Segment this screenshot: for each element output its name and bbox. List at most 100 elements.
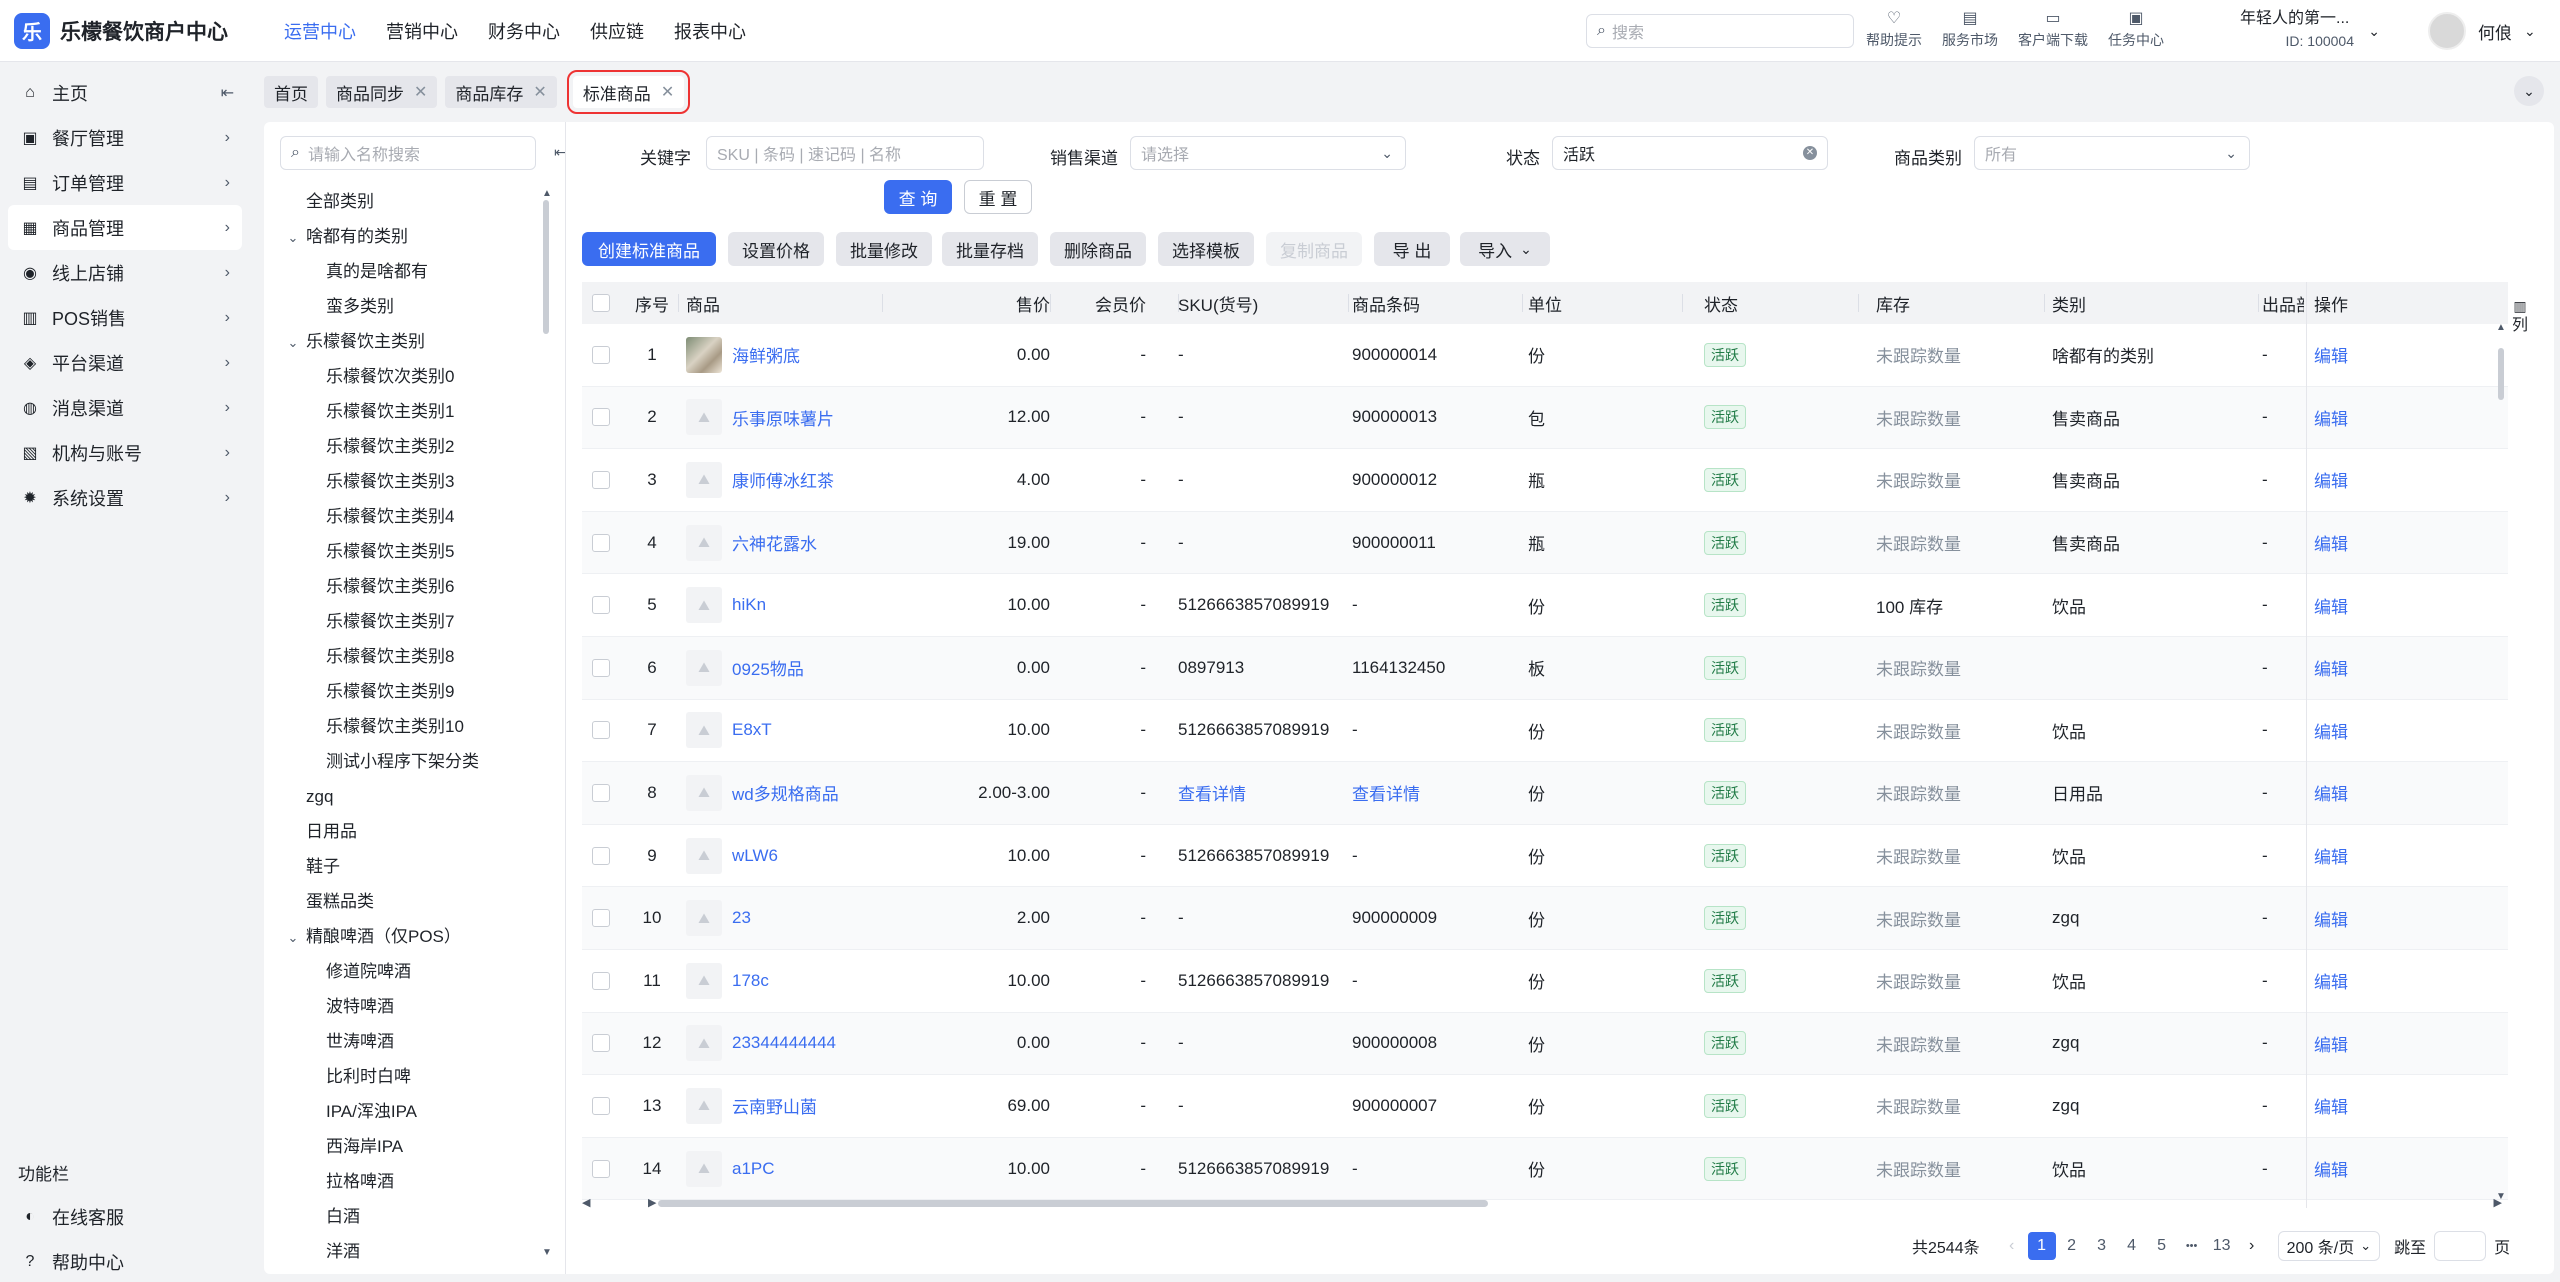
page-button[interactable]: 5	[2148, 1232, 2176, 1260]
tree-node[interactable]: 测试小程序下架分类	[264, 744, 554, 779]
tree-node[interactable]: 比利时白啤	[264, 1059, 554, 1094]
row-checkbox[interactable]	[592, 345, 610, 364]
tab-item[interactable]: 商品同步 ✕	[326, 76, 438, 108]
scroll-up-icon[interactable]: ▲	[542, 188, 552, 199]
tree-node[interactable]: 乐檬餐饮主类别4	[264, 499, 554, 534]
sidebar-item[interactable]: ◈ 平台渠道 ›	[0, 340, 250, 385]
tree-node[interactable]: 蛋糕品类	[264, 884, 554, 919]
tree-node[interactable]: IPA/浑浊IPA	[264, 1094, 554, 1129]
reset-button[interactable]: 重 置	[964, 180, 1032, 214]
batch-archive-button[interactable]: 批量存档	[942, 232, 1038, 266]
column-separator[interactable]	[1858, 294, 1859, 312]
prev-page-icon[interactable]: ‹	[1998, 1232, 2026, 1260]
tab-item[interactable]: 首页	[264, 76, 318, 108]
tree-scroll-thumb[interactable]	[543, 200, 549, 334]
tree-collapse-icon[interactable]: ⇤	[554, 144, 566, 161]
tree-node[interactable]: 乐檬餐饮主类别8	[264, 639, 554, 674]
product-name-link[interactable]: 0925物品	[732, 655, 804, 680]
row-checkbox[interactable]	[592, 971, 610, 990]
row-checkbox[interactable]	[592, 909, 610, 928]
topnav-item[interactable]: 营销中心	[386, 18, 458, 44]
caret-down-icon[interactable]: ⌄	[280, 920, 306, 955]
close-icon[interactable]: ✕	[533, 82, 546, 102]
table-row[interactable]: 4 ⛰ 六神花露水 19.00 - - 900000011 瓶 活跃 未跟踪数量 售卖商品 - 编辑	[582, 511, 2508, 575]
topnav-item[interactable]: 财务中心	[488, 18, 560, 44]
category-select[interactable]: 所有 ⌄	[1974, 136, 2250, 170]
tree-node[interactable]: 世涛啤酒	[264, 1024, 554, 1059]
tree-node[interactable]: ⌄ 乐檬餐饮主类别	[264, 324, 554, 359]
import-button[interactable]: 导入 ⌄	[1460, 232, 1550, 266]
query-button[interactable]: 查 询	[884, 180, 952, 214]
row-checkbox[interactable]	[592, 533, 610, 552]
table-horizontal-scrollbar[interactable]: ◀ ▶ ▶	[582, 1196, 2508, 1210]
tree-node[interactable]: 乐檬餐饮主类别3	[264, 464, 554, 499]
edit-link[interactable]: 编辑	[2314, 467, 2374, 492]
edit-link[interactable]: 编辑	[2314, 405, 2374, 430]
row-checkbox[interactable]	[592, 658, 610, 677]
tree-node[interactable]: 洋酒	[264, 1234, 554, 1264]
table-vscroll-thumb[interactable]	[2498, 348, 2504, 400]
product-name-link[interactable]: 178c	[732, 971, 769, 991]
app-logo[interactable]: 乐 乐檬餐饮商户中心	[14, 12, 264, 49]
column-separator[interactable]	[1522, 294, 1523, 312]
close-icon[interactable]: ✕	[661, 82, 674, 102]
row-checkbox[interactable]	[592, 470, 610, 489]
edit-link[interactable]: 编辑	[2314, 843, 2374, 868]
product-name-link[interactable]: 六神花露水	[732, 530, 817, 555]
clear-icon[interactable]: ✕	[1803, 146, 1817, 160]
top-action-item[interactable]: ▤ 服务市场	[1942, 8, 1998, 50]
page-button[interactable]: 3	[2088, 1232, 2116, 1260]
tree-node[interactable]: 乐檬餐饮主类别1	[264, 394, 554, 429]
edit-link[interactable]: 编辑	[2314, 1093, 2374, 1118]
column-separator[interactable]	[678, 294, 679, 312]
tree-node[interactable]: ⌄ 啥都有的类别	[264, 219, 554, 254]
export-button[interactable]: 导 出	[1374, 232, 1450, 266]
channel-select[interactable]: 请选择 ⌄	[1130, 136, 1406, 170]
page-button[interactable]: 1	[2027, 1232, 2056, 1260]
tree-node[interactable]: 蛮多类别	[264, 289, 554, 324]
row-checkbox[interactable]	[592, 408, 610, 427]
column-separator[interactable]	[882, 294, 883, 312]
product-name-link[interactable]: 海鲜粥底	[732, 342, 800, 367]
tree-node[interactable]: 乐檬餐饮主类别2	[264, 429, 554, 464]
tree-node[interactable]: 鞋子	[264, 849, 554, 884]
product-name-link[interactable]: hiKn	[732, 595, 766, 615]
tree-node[interactable]: 乐檬餐饮主类别7	[264, 604, 554, 639]
create-product-button[interactable]: 创建标准商品	[582, 232, 716, 266]
row-checkbox[interactable]	[592, 596, 610, 615]
product-name-link[interactable]: E8xT	[732, 720, 772, 740]
tree-node[interactable]: ⌄ 精酿啤酒（仅POS）	[264, 919, 554, 954]
scroll-right-icon[interactable]: ▶	[648, 1196, 656, 1209]
column-separator[interactable]	[2258, 294, 2259, 312]
sidebar-item[interactable]: ✹ 系统设置 ›	[0, 475, 250, 520]
tree-node[interactable]: 真的是啥都有	[264, 254, 554, 289]
sidebar-item[interactable]: ◍ 消息渠道 ›	[0, 385, 250, 430]
table-row[interactable]: 12 ⛰ 23344444444 0.00 - - 900000008 份 活跃 未跟踪数量 zgq…	[582, 1012, 2508, 1076]
table-vertical-scrollbar[interactable]: ▲ ▼	[2496, 322, 2506, 1202]
table-row[interactable]: 6 ⛰ 0925物品 0.00 - 0897913 1164132450 板 活跃 未跟踪数量 - 编…	[582, 636, 2508, 700]
row-checkbox[interactable]	[592, 721, 610, 740]
sidebar-collapse-icon[interactable]: ⇤	[221, 83, 234, 103]
tree-node[interactable]: 乐檬餐饮主类别9	[264, 674, 554, 709]
table-row[interactable]: 3 ⛰ 康师傅冰红茶 4.00 - - 900000012 瓶 活跃 未跟踪数量 售卖商品 - 编辑	[582, 449, 2508, 512]
table-row[interactable]: 8 ⛰ wd多规格商品 2.00-3.00- 查看详情 查看详情份活跃 未跟踪数量 日用品 - 编…	[582, 762, 2508, 825]
tree-node[interactable]: 白酒	[264, 1199, 554, 1234]
sidebar-item[interactable]: ⌂ 主页 ⇤	[0, 70, 250, 115]
sidebar-item[interactable]: ▤ 订单管理 ›	[0, 160, 250, 205]
table-row[interactable]: 5 ⛰ hiKn 10.00 - 5126663857089919 - 份 活跃 100 库存 饮品…	[582, 574, 2508, 637]
edit-link[interactable]: 编辑	[2314, 906, 2374, 931]
column-separator[interactable]	[1682, 294, 1683, 312]
tree-node[interactable]: 全部类别	[264, 184, 554, 219]
sidebar-item[interactable]: ▧ 机构与账号 ›	[0, 430, 250, 475]
edit-link[interactable]: 编辑	[2314, 1031, 2374, 1056]
topnav-item[interactable]: 供应链	[590, 18, 644, 44]
product-name-link[interactable]: wLW6	[732, 846, 778, 866]
sidebar-item[interactable]: ▥ POS销售 ›	[0, 295, 250, 340]
top-action-item[interactable]: ▭ 客户端下载	[2018, 8, 2088, 50]
scroll-down-icon[interactable]: ▼	[542, 1247, 552, 1258]
table-row[interactable]: 9 ⛰ wLW6 10.00 - 5126663857089919 - 份 活跃 未跟踪数量 饮品 -…	[582, 825, 2508, 888]
column-separator[interactable]	[1178, 294, 1179, 312]
jump-input[interactable]	[2434, 1231, 2487, 1261]
sidebar-item[interactable]: ▣ 餐厅管理 ›	[0, 115, 250, 160]
tab-item[interactable]: 标准商品 ✕	[566, 70, 691, 114]
